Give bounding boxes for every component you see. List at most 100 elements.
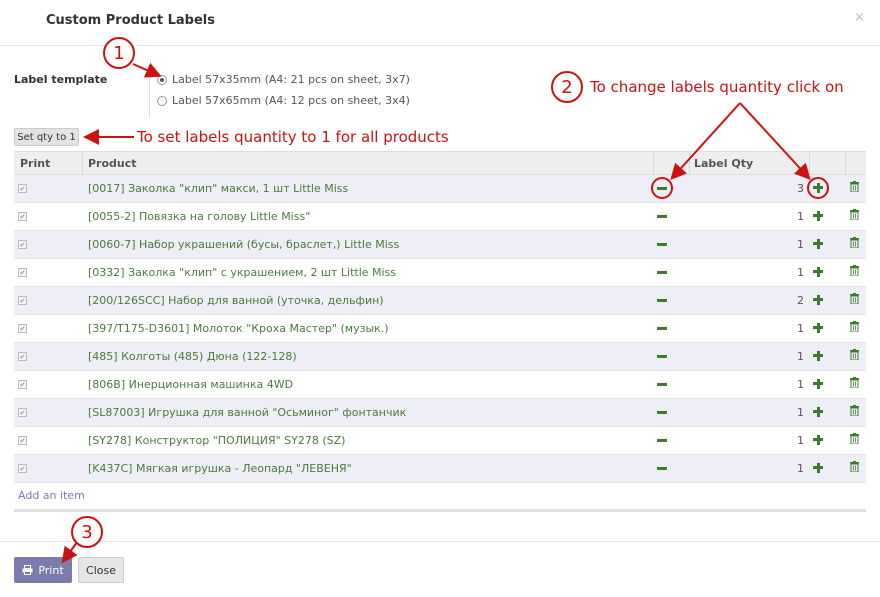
print-button[interactable]: Print [14, 557, 72, 583]
label-qty-value: 1 [797, 322, 804, 335]
trash-icon[interactable] [850, 181, 859, 193]
product-link[interactable]: [0060-7] Набор украшений (бусы, браслет,… [88, 238, 399, 251]
radio-unselected-icon[interactable] [157, 95, 167, 106]
plus-icon[interactable] [813, 433, 823, 447]
set-qty-to-1-button[interactable]: Set qty to 1 [14, 128, 79, 146]
table-row: ✔ [K437C] Мягкая игрушка - Леопард "ЛЕВЕН… [14, 455, 866, 483]
print-checkbox[interactable]: ✔ [18, 296, 27, 305]
radio-selected-icon[interactable] [157, 74, 167, 85]
plus-icon[interactable] [813, 237, 823, 251]
plus-icon[interactable] [813, 265, 823, 279]
print-checkbox[interactable]: ✔ [18, 380, 27, 389]
product-link[interactable]: [SY278] Конструктор "ПОЛИЦИЯ" SY278 (SZ) [88, 434, 345, 447]
label-qty-value: 1 [797, 434, 804, 447]
minus-icon[interactable] [657, 439, 667, 442]
column-divider [653, 152, 654, 175]
minus-icon[interactable] [657, 383, 667, 386]
print-checkbox[interactable]: ✔ [18, 184, 27, 193]
annotation-step-3: 3 [71, 516, 103, 548]
header-product[interactable]: Product [88, 157, 137, 170]
product-link[interactable]: [397/T175-D3601] Молоток "Кроха Мастер" … [88, 322, 389, 335]
annotation-qty-change-text: To change labels quantity click on [590, 78, 844, 96]
print-checkbox[interactable]: ✔ [18, 268, 27, 277]
minus-icon[interactable] [657, 299, 667, 302]
trash-icon[interactable] [850, 377, 859, 389]
table-row: ✔ [0055-2] Повязка на голову Little Miss"… [14, 203, 866, 231]
trash-icon[interactable] [850, 461, 859, 473]
plus-icon[interactable] [813, 293, 823, 307]
table-row: ✔ [0332] Заколка "клип" с украшением, 2 ш… [14, 259, 866, 287]
print-checkbox[interactable]: ✔ [18, 240, 27, 249]
minus-icon[interactable] [657, 215, 667, 218]
trash-icon[interactable] [850, 405, 859, 417]
column-divider [845, 152, 846, 175]
trash-icon[interactable] [850, 237, 859, 249]
print-checkbox[interactable]: ✔ [18, 212, 27, 221]
minus-icon[interactable] [657, 355, 667, 358]
template-option-label: Label 57x35mm (A4: 21 pcs on sheet, 3x7) [172, 73, 410, 86]
close-button[interactable]: Close [78, 557, 124, 583]
header-label-qty[interactable]: Label Qty [694, 157, 753, 170]
table-header: Print Product Label Qty [14, 151, 866, 175]
product-link[interactable]: [SL87003] Игрушка для ванной "Осьминог" … [88, 406, 406, 419]
trash-icon[interactable] [850, 293, 859, 305]
plus-icon[interactable] [813, 377, 823, 391]
trash-icon[interactable] [850, 209, 859, 221]
label-template-heading: Label template [14, 73, 108, 86]
label-qty-value: 1 [797, 210, 804, 223]
arrow-to-template [132, 62, 162, 78]
column-divider [809, 152, 810, 175]
minus-icon[interactable] [657, 467, 667, 470]
template-divider [149, 66, 150, 118]
minus-icon[interactable] [657, 327, 667, 330]
product-link[interactable]: [0332] Заколка "клип" с украшением, 2 шт… [88, 266, 396, 279]
trash-icon[interactable] [850, 321, 859, 333]
plus-icon[interactable] [813, 181, 823, 195]
template-option-57x65[interactable]: Label 57x65mm (A4: 12 pcs on sheet, 3x4) [157, 94, 410, 107]
table-row: ✔ [SY278] Конструктор "ПОЛИЦИЯ" SY278 (SZ… [14, 427, 866, 455]
annotation-step-1: 1 [103, 37, 135, 69]
product-link[interactable]: [0017] Заколка "клип" макси, 1 шт Little… [88, 182, 348, 195]
trash-icon[interactable] [850, 433, 859, 445]
print-checkbox[interactable]: ✔ [18, 352, 27, 361]
print-checkbox[interactable]: ✔ [18, 464, 27, 473]
trash-icon[interactable] [850, 349, 859, 361]
column-divider [689, 152, 690, 175]
product-link[interactable]: [200/126SCC] Набор для ванной (уточка, д… [88, 294, 384, 307]
product-labels-table: Print Product Label Qty ✔ [0017] Заколка … [14, 151, 866, 512]
minus-icon[interactable] [657, 411, 667, 414]
dialog-close-icon[interactable]: × [854, 10, 865, 25]
dialog-title: Custom Product Labels [46, 13, 215, 28]
add-item-link[interactable]: Add an item [14, 483, 866, 509]
column-divider [82, 152, 83, 175]
print-checkbox[interactable]: ✔ [18, 324, 27, 333]
template-option-label: Label 57x65mm (A4: 12 pcs on sheet, 3x4) [172, 94, 410, 107]
minus-icon[interactable] [657, 271, 667, 274]
table-row: ✔ [200/126SCC] Набор для ванной (уточка, … [14, 287, 866, 315]
minus-icon[interactable] [657, 187, 667, 190]
table-row: ✔ [806B] Инерционная машинка 4WD 1 [14, 371, 866, 399]
product-link[interactable]: [485] Колготы (485) Дюна (122-128) [88, 350, 297, 363]
plus-icon[interactable] [813, 405, 823, 419]
minus-icon[interactable] [657, 243, 667, 246]
table-bottom-border [14, 509, 866, 512]
print-checkbox[interactable]: ✔ [18, 436, 27, 445]
print-button-label: Print [38, 563, 64, 577]
plus-icon[interactable] [813, 209, 823, 223]
annotation-step-2: 2 [551, 71, 583, 103]
product-link[interactable]: [K437C] Мягкая игрушка - Леопард "ЛЕВЕНЯ… [88, 462, 352, 475]
footer-divider [0, 541, 880, 542]
product-link[interactable]: [0055-2] Повязка на голову Little Miss" [88, 210, 310, 223]
trash-icon[interactable] [850, 265, 859, 277]
label-qty-value: 1 [797, 350, 804, 363]
plus-icon[interactable] [813, 349, 823, 363]
plus-icon[interactable] [813, 461, 823, 475]
header-print[interactable]: Print [20, 157, 50, 170]
table-row: ✔ [SL87003] Игрушка для ванной "Осьминог"… [14, 399, 866, 427]
table-row: ✔ [397/T175-D3601] Молоток "Кроха Мастер"… [14, 315, 866, 343]
template-option-57x35[interactable]: Label 57x35mm (A4: 21 pcs on sheet, 3x7) [157, 73, 410, 86]
label-qty-value: 1 [797, 238, 804, 251]
print-checkbox[interactable]: ✔ [18, 408, 27, 417]
product-link[interactable]: [806B] Инерционная машинка 4WD [88, 378, 293, 391]
plus-icon[interactable] [813, 321, 823, 335]
